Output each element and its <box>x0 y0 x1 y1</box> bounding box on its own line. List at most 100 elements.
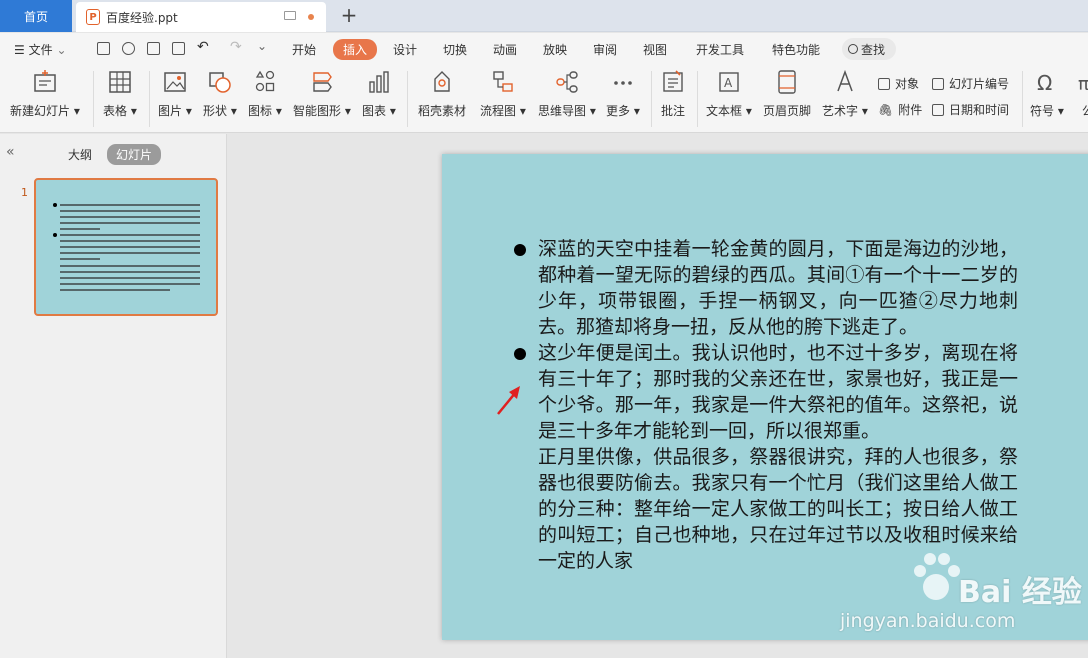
picture-label: 图片 <box>158 104 183 118</box>
object-button[interactable]: 对象 <box>878 75 919 92</box>
print-preview-icon[interactable] <box>172 42 185 55</box>
smart-art-button[interactable]: 智能图形 ▾ <box>293 69 351 119</box>
flowchart-button[interactable]: 流程图 ▾ <box>480 69 526 119</box>
datetime-label: 日期和时间 <box>949 103 1010 117</box>
ppt-file-icon: P <box>86 9 100 25</box>
symbol-label: 符号 <box>1030 104 1055 118</box>
document-tab[interactable]: P 百度经验.ppt <box>76 2 326 32</box>
search-label: 查找 <box>861 42 886 57</box>
calendar-icon <box>932 103 944 116</box>
shape-label: 形状 <box>203 104 228 118</box>
ribbon-divider <box>1022 71 1023 127</box>
redo-icon[interactable]: ↷ <box>230 39 242 55</box>
svg-text:π: π <box>1078 74 1088 95</box>
document-tab-label: 百度经验.ppt <box>106 10 178 25</box>
icon-button[interactable]: 图标 ▾ <box>248 69 282 119</box>
slide-thumbnail-preview <box>41 185 211 309</box>
print-icon[interactable] <box>147 42 160 55</box>
tab-view[interactable]: 视图 <box>643 41 667 58</box>
bullet-point <box>514 348 526 360</box>
icons-library-icon <box>255 70 275 92</box>
menu-bar: ☰ 文件 ⌄ ↶ ↷ ⌄ 开始 插入 设计 切换 动画 放映 审阅 视图 开发工… <box>0 33 1088 65</box>
formula-button[interactable]: π 公 <box>1076 69 1088 119</box>
picture-icon <box>164 72 186 92</box>
slides-panel: « 大纲 幻灯片 1 <box>0 134 227 658</box>
more-button[interactable]: 更多 ▾ <box>606 69 640 119</box>
save-icon[interactable] <box>97 42 110 55</box>
tab-insert[interactable]: 插入 <box>333 39 378 60</box>
undo-icon[interactable]: ↶ <box>197 39 209 55</box>
ribbon-divider <box>651 71 652 127</box>
red-arrow-icon <box>497 386 520 415</box>
material-label: 稻壳素材 <box>418 104 467 118</box>
table-button[interactable]: 表格 ▾ <box>103 69 137 119</box>
bullet-point <box>514 244 526 256</box>
file-menu-label: 文件 <box>28 43 53 57</box>
new-tab-button[interactable]: + <box>338 3 360 27</box>
wordart-button[interactable]: 艺术字 ▾ <box>822 69 868 119</box>
tab-slides[interactable]: 幻灯片 <box>107 144 162 165</box>
paragraph-text: 深蓝的天空中挂着一轮金黄的圆月，下面是海边的沙地，都种着一望无际的碧绿的西瓜。其… <box>538 238 1018 338</box>
new-slide-button[interactable]: 新建幻灯片 ▾ <box>10 69 80 119</box>
datetime-button[interactable]: 日期和时间 <box>932 101 1009 118</box>
smart-art-icon <box>313 72 332 92</box>
search-button[interactable]: 查找 <box>842 38 896 60</box>
tab-review[interactable]: 审阅 <box>593 41 617 58</box>
shape-button[interactable]: 形状 ▾ <box>203 69 237 119</box>
new-slide-icon <box>34 70 56 92</box>
tab-features[interactable]: 特色功能 <box>772 41 820 58</box>
tab-home[interactable]: 开始 <box>292 41 316 58</box>
tab-slideshow[interactable]: 放映 <box>543 41 567 58</box>
svg-text:A: A <box>724 76 733 90</box>
collapse-panel-icon[interactable]: « <box>6 144 15 160</box>
ribbon-toolbar: 新建幻灯片 ▾ 表格 ▾ 图片 ▾ 形状 ▾ 图标 ▾ 智能图形 ▾ 图表 ▾ … <box>0 65 1088 133</box>
title-bar: 首页 P 百度经验.ppt + <box>0 0 1088 32</box>
slide-thumbnail[interactable] <box>34 178 218 316</box>
comment-label: 批注 <box>661 104 686 118</box>
header-footer-label: 页眉页脚 <box>763 104 812 118</box>
file-menu[interactable]: ☰ 文件 ⌄ <box>14 41 67 58</box>
slide-number-label: 幻灯片编号 <box>949 77 1010 91</box>
slide-number-button[interactable]: 幻灯片编号 <box>932 75 1009 92</box>
material-button[interactable]: 稻壳素材 <box>418 69 466 119</box>
customize-dropdown-icon[interactable]: ⌄ <box>257 39 267 53</box>
slide-thumbnail-number: 1 <box>21 186 28 199</box>
tab-transition[interactable]: 切换 <box>443 41 467 58</box>
header-footer-icon <box>778 70 796 94</box>
home-tab[interactable]: 首页 <box>0 0 72 32</box>
table-icon <box>109 71 131 93</box>
mindmap-icon <box>556 71 578 93</box>
omega-icon: Ω <box>1037 71 1052 95</box>
chevron-down-icon: ⌄ <box>56 43 67 57</box>
symbol-button[interactable]: Ω 符号 ▾ <box>1030 69 1064 119</box>
chart-label: 图表 <box>362 104 387 118</box>
chart-button[interactable]: 图表 ▾ <box>362 69 396 119</box>
paragraph-text: 这少年便是闰土。我认识他时，也不过十多岁，离现在将有三十年了；那时我的父亲还在世… <box>538 342 1018 442</box>
table-label: 表格 <box>103 104 128 118</box>
smart-art-label: 智能图形 <box>293 104 342 118</box>
export-icon[interactable] <box>122 42 135 55</box>
tab-outline[interactable]: 大纲 <box>68 146 92 163</box>
slide-paragraph-2[interactable]: 这少年便是闰土。我认识他时，也不过十多岁，离现在将有三十年了；那时我的父亲还在世… <box>514 340 1018 444</box>
tab-animation[interactable]: 动画 <box>493 41 517 58</box>
attachment-button[interactable]: 🖇 附件 <box>878 101 922 118</box>
tab-developer[interactable]: 开发工具 <box>696 41 744 58</box>
hamburger-icon: ☰ <box>14 43 25 57</box>
more-label: 更多 <box>606 104 631 118</box>
mindmap-button[interactable]: 思维导图 ▾ <box>538 69 596 119</box>
ribbon-divider <box>149 71 150 127</box>
picture-button[interactable]: 图片 ▾ <box>158 69 192 119</box>
chart-icon <box>369 71 389 93</box>
monitor-icon[interactable] <box>284 11 296 20</box>
svg-text:Ω: Ω <box>1037 71 1052 95</box>
header-footer-button[interactable]: 页眉页脚 <box>763 69 811 119</box>
search-icon <box>848 44 858 54</box>
watermark-brand: Bai 经验 <box>958 575 1082 610</box>
flowchart-icon <box>493 71 513 92</box>
textbox-button[interactable]: A 文本框 ▾ <box>706 69 752 119</box>
slide-paragraph-1[interactable]: 深蓝的天空中挂着一轮金黄的圆月，下面是海边的沙地，都种着一望无际的碧绿的西瓜。其… <box>514 236 1018 340</box>
tab-design[interactable]: 设计 <box>393 41 417 58</box>
watermark-url: jingyan.baidu.com <box>840 610 1016 632</box>
comment-button[interactable]: 批注 <box>661 69 685 119</box>
slide-text-box[interactable]: 深蓝的天空中挂着一轮金黄的圆月，下面是海边的沙地，都种着一望无际的碧绿的西瓜。其… <box>514 236 1018 574</box>
